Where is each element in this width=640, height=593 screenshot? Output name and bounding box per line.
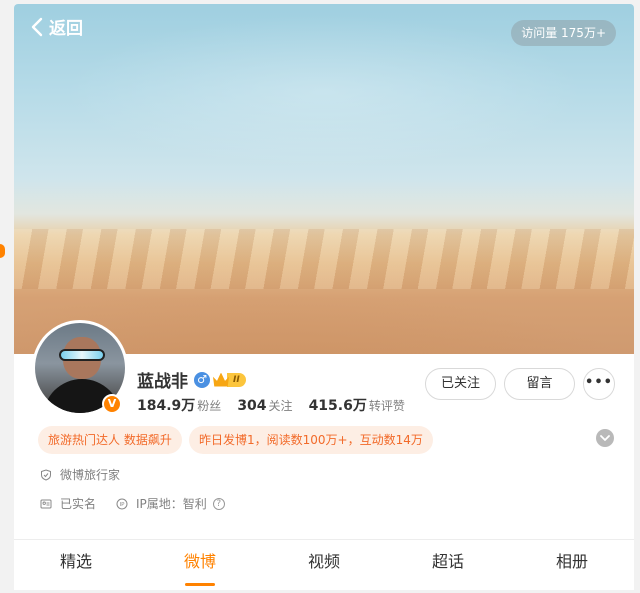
visit-count-badge: 访问量 175万+: [511, 20, 616, 46]
following-count[interactable]: 304: [237, 398, 266, 414]
fans-label[interactable]: 粉丝: [197, 397, 221, 414]
tab-albums[interactable]: 相册: [510, 540, 634, 590]
male-gender-icon: ♂: [194, 371, 210, 388]
ip-location: IP IP属地：智利 ?: [116, 495, 225, 512]
member-level-text: II: [227, 372, 246, 387]
chevron-left-icon: [31, 17, 43, 36]
reposts-likes-count: 415.6万: [308, 398, 367, 414]
verified-v-icon: V: [102, 394, 122, 414]
identity-line: 已实名 IP IP属地：智利 ?: [40, 495, 225, 512]
message-button[interactable]: 留言: [504, 368, 575, 400]
name-row: 蓝战非 ♂ II: [137, 367, 246, 392]
user-name: 蓝战非: [137, 372, 188, 392]
chevron-down-icon: [600, 435, 610, 441]
ip-location-text: IP属地：智利: [136, 497, 207, 511]
expand-button[interactable]: [596, 429, 614, 447]
profile-tabs: 精选 微博 视频 超话 相册: [14, 540, 634, 590]
yesterday-stats-tag[interactable]: 昨日发博1，阅读数100万+，互动数14万: [189, 426, 433, 454]
stats-row: 184.9万 粉丝 304 关注 415.6万 转评赞: [137, 395, 421, 415]
tab-weibo[interactable]: 微博: [138, 540, 262, 590]
profile-card: 返回 访问量 175万+ V 蓝战非 ♂ II 184.9万 粉丝 304 关注…: [14, 4, 634, 593]
help-icon[interactable]: ?: [212, 497, 225, 510]
ip-icon: IP: [116, 498, 128, 509]
hot-creator-tag[interactable]: 旅游热门达人 数据飙升: [38, 426, 182, 454]
tab-featured[interactable]: 精选: [14, 540, 138, 590]
member-level-badge[interactable]: II: [213, 372, 246, 387]
fans-count[interactable]: 184.9万: [137, 395, 195, 415]
reposts-likes-label: 转评赞: [368, 399, 405, 413]
tab-videos[interactable]: 视频: [262, 540, 386, 590]
title-line: 微博旅行家: [40, 466, 120, 483]
verified-status: 已实名: [60, 497, 97, 511]
more-options-button[interactable]: •••: [583, 368, 615, 400]
left-background: [0, 0, 8, 593]
id-card-icon: [40, 499, 52, 508]
back-button[interactable]: 返回: [30, 14, 83, 39]
tab-super-topics[interactable]: 超话: [386, 540, 510, 590]
user-title: 微博旅行家: [60, 468, 121, 482]
svg-text:IP: IP: [120, 502, 126, 508]
shield-icon: [41, 468, 51, 481]
cover-image: [14, 4, 634, 354]
following-label[interactable]: 关注: [269, 397, 293, 414]
following-button[interactable]: 已关注: [425, 368, 496, 400]
back-label: 返回: [49, 19, 83, 39]
